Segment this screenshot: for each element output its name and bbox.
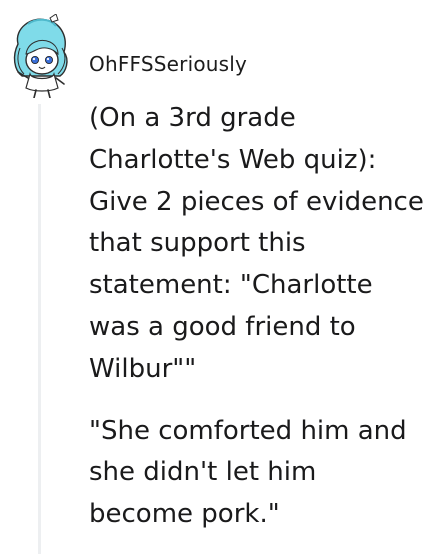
comment-line: Give 2 pieces of evidence xyxy=(89,186,424,217)
thread-collapse-line[interactable] xyxy=(38,104,41,554)
comment-line: Charlotte's Web quiz): xyxy=(89,144,377,175)
comment-line: "She comforted him and xyxy=(89,415,407,446)
snoo-avatar-icon xyxy=(13,13,68,99)
username-link[interactable]: OhFFSSeriously xyxy=(89,52,247,76)
comment-line: Wilbur"" xyxy=(89,353,197,384)
comment-line: that support this xyxy=(89,228,306,259)
comment-paragraph: "She comforted him and she didn't let hi… xyxy=(89,411,429,536)
avatar[interactable] xyxy=(10,13,72,99)
comment-line: she didn't let him xyxy=(89,457,317,488)
comment-line: (On a 3rd grade xyxy=(89,103,296,133)
comment-line: become pork." xyxy=(89,499,280,530)
comment-paragraph: (On a 3rd grade Charlotte's Web quiz): G… xyxy=(89,98,429,391)
comment-line: was a good friend to xyxy=(89,311,356,342)
comment-line: statement: "Charlotte xyxy=(89,270,373,301)
comment-body: (On a 3rd grade Charlotte's Web quiz): G… xyxy=(89,98,429,536)
comment: OhFFSSeriously (On a 3rd grade Charlotte… xyxy=(0,0,436,554)
